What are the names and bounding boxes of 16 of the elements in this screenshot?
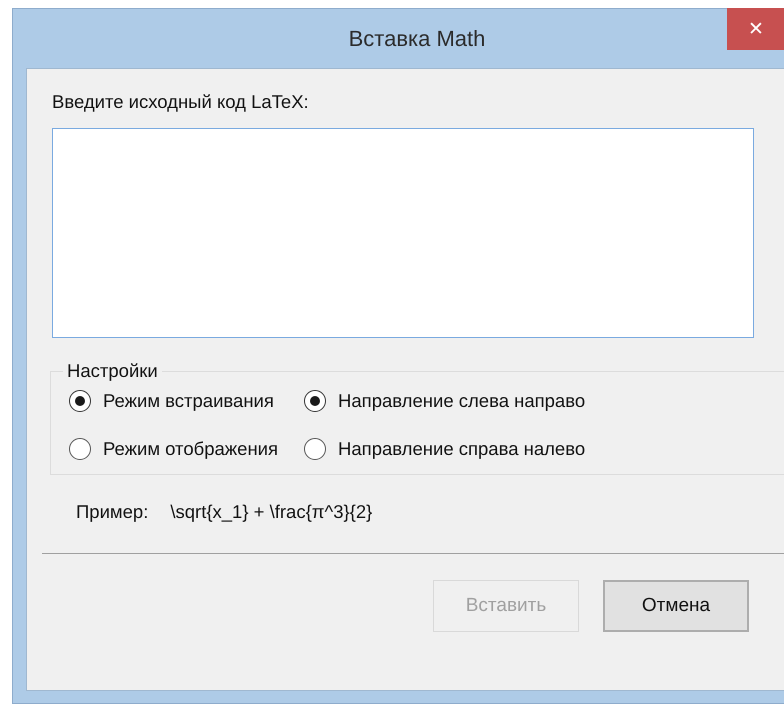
radio-button[interactable] [304, 390, 326, 412]
radio-option[interactable]: Режим встраивания [69, 390, 278, 412]
radio-button[interactable] [69, 438, 91, 460]
close-button[interactable]: ✕ [727, 8, 784, 50]
radio-option[interactable]: Направление слева направо [304, 390, 586, 412]
radio-option[interactable]: Режим отображения [69, 438, 278, 460]
window-title: Вставка Math [348, 26, 486, 52]
group-title: Настройки [66, 360, 159, 382]
radio-button[interactable] [69, 390, 91, 412]
radio-button[interactable] [304, 438, 326, 460]
field-label: Введите исходный код LaTeX: [52, 91, 309, 113]
example-label: Пример: [76, 501, 148, 523]
radio-option[interactable]: Направление справа налево [304, 438, 586, 460]
latex-input-field[interactable] [52, 128, 754, 338]
example-text: \sqrt{x_1} + \frac{π^3}{2} [170, 501, 372, 523]
dialog-button[interactable]: Отмена [603, 580, 749, 632]
